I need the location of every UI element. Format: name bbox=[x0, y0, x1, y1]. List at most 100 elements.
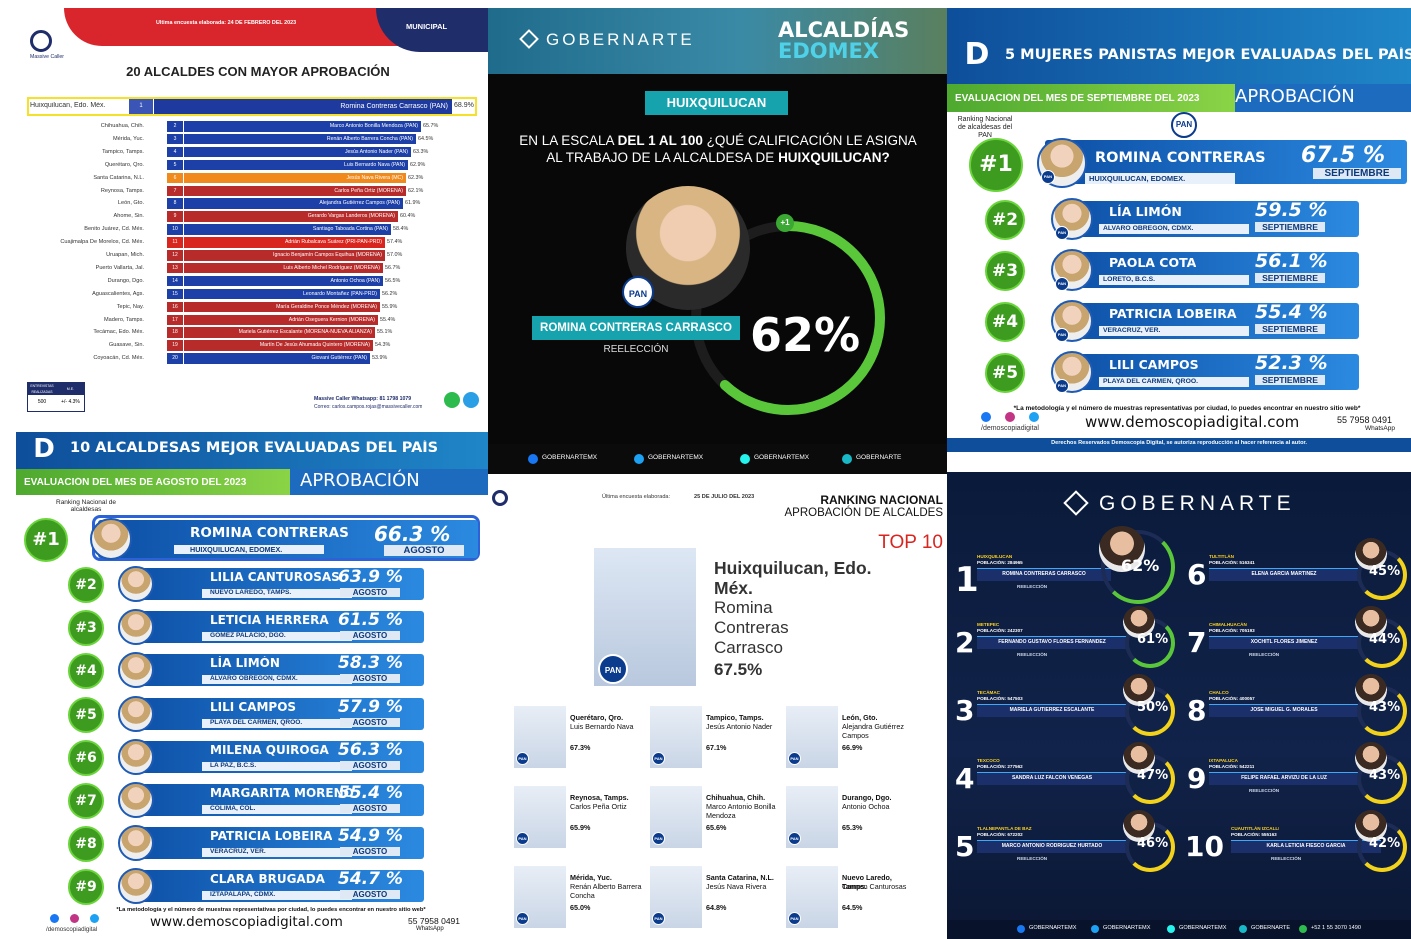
candidate-place: NUEVO LAREDO, TAMPS. bbox=[210, 589, 292, 596]
page-title: 10 ALCALDESAS MEJOR EVALUADAS DEL PAÍS bbox=[70, 440, 439, 456]
rank-badge: #1 bbox=[969, 138, 1023, 192]
approval-pct: 64.5% bbox=[418, 135, 434, 142]
social-phone[interactable]: +52 1 55 3070 1490 bbox=[1311, 925, 1361, 931]
instagram-icon[interactable] bbox=[1005, 412, 1015, 422]
instagram-icon[interactable] bbox=[70, 914, 79, 923]
top-row: Huixquilucan, Edo. Méx. 1 Romina Contrer… bbox=[27, 97, 477, 116]
social-handle[interactable]: /demoscopiadigital bbox=[46, 926, 97, 933]
approval-pct: 42% bbox=[1369, 836, 1401, 851]
phone[interactable]: 55 7958 0491 bbox=[1337, 415, 1392, 425]
social-facebook[interactable]: GOBERNARTEMX bbox=[1029, 925, 1076, 931]
methodology-note: *La metodología y el número de muestras … bbox=[116, 907, 426, 913]
social-facebook[interactable]: GOBERNARTEMX bbox=[542, 454, 597, 461]
header-band bbox=[64, 8, 424, 46]
reelection-label: REELECCIÓN bbox=[1249, 788, 1280, 793]
approval-pct: 55.9% bbox=[382, 303, 398, 310]
ranking-row: #9 CLARA BRUGADA IZTAPALAPA, CDMX. 54.7 % AG… bbox=[16, 866, 488, 910]
panel-gobernarte-huixquilucan: GOBERNARTE ALCALDÍAS EDOMEX HUIXQUILUCAN… bbox=[488, 8, 947, 474]
page-title: 5 MUJERES PANISTAS MEJOR EVALUADAS DEL P… bbox=[1005, 47, 1411, 63]
social-tiktok[interactable]: GOBERNARTEMX bbox=[754, 454, 809, 461]
tiktok-icon[interactable] bbox=[1167, 925, 1175, 933]
item-pct: 65.9% bbox=[570, 823, 591, 832]
twitter-icon[interactable] bbox=[90, 914, 99, 923]
massive-caller-logo-icon bbox=[30, 30, 52, 52]
social-footer: GOBERNARTEMX GOBERNARTEMX GOBERNARTEMX G… bbox=[947, 920, 1411, 939]
title-ranking: RANKING NACIONAL bbox=[820, 493, 943, 507]
rank-number: 12 bbox=[167, 250, 183, 261]
rank-badge: #6 bbox=[68, 739, 104, 776]
approval-pct: 62.9% bbox=[410, 161, 426, 168]
pan-logo-icon: PAN bbox=[622, 276, 654, 308]
approval-pct: 62% bbox=[750, 308, 861, 362]
facebook-icon[interactable] bbox=[528, 454, 538, 464]
rank-number: 18 bbox=[167, 327, 183, 338]
approval-pct: 58.4% bbox=[393, 226, 409, 233]
twitter-icon[interactable] bbox=[634, 454, 644, 464]
social-twitter[interactable]: GOBERNARTEMX bbox=[648, 454, 703, 461]
pan-logo-icon: PAN bbox=[1055, 277, 1069, 291]
phone[interactable]: 55 7958 0491 bbox=[408, 916, 460, 926]
item-pct: 65.6% bbox=[706, 823, 727, 832]
top-bar: Romina Contreras Carrasco (PAN) bbox=[154, 99, 452, 114]
social-web[interactable]: GOBERNARTE bbox=[1251, 925, 1290, 931]
table-row: Tecámac, Edo. Méx. 18 Mariela Gutiérrez Es… bbox=[16, 326, 486, 339]
facebook-icon[interactable] bbox=[1017, 925, 1025, 933]
candidate-place: LORETO, B.C.S. bbox=[1103, 276, 1155, 283]
approval-bar: Mariela Gutiérrez Escalante (MORENA-NUEV… bbox=[184, 327, 375, 338]
city-label: Puerto Vallarta, Jal. bbox=[95, 264, 144, 271]
twitter-icon[interactable] bbox=[1091, 925, 1099, 933]
social-footer: GOBERNARTEMX GOBERNARTEMX GOBERNARTEMX G… bbox=[488, 444, 947, 474]
population-label: POBLACIÓN: 542211 bbox=[1209, 764, 1255, 769]
month-label: AGOSTO bbox=[340, 717, 400, 727]
survey-table: ENTREVISTAS REALIZADAS M.E. 500 +/- 4.3% bbox=[27, 382, 85, 412]
month-label: SEPTIEMBRE bbox=[1255, 222, 1325, 232]
whatsapp-icon[interactable] bbox=[444, 392, 460, 408]
social-twitter[interactable]: GOBERNARTEMX bbox=[1103, 925, 1150, 931]
ranking-entry: 4 TEXCOCO POBLACIÓN: 277562 SANDRA LUZ FALC… bbox=[947, 742, 1179, 808]
approval-bar: María Geraldine Ponce Méndez (MORENA) bbox=[184, 301, 380, 313]
rank-number: 14 bbox=[167, 275, 183, 287]
social-handle[interactable]: /demoscopiadigital bbox=[981, 425, 1039, 432]
candidate-place: ALVARO OBREGÓN, CDMX. bbox=[1103, 225, 1194, 232]
social-tiktok[interactable]: GOBERNARTEMX bbox=[1179, 925, 1226, 931]
web-icon[interactable] bbox=[842, 454, 852, 464]
web-icon[interactable] bbox=[1239, 925, 1247, 933]
candidate-avatar bbox=[118, 695, 154, 732]
facebook-icon[interactable] bbox=[50, 914, 59, 923]
facebook-icon[interactable] bbox=[981, 412, 991, 422]
population-label: POBLACIÓN: 242307 bbox=[977, 628, 1023, 633]
reelection-label: REELECCIÓN bbox=[1017, 856, 1048, 861]
city-label: TEXCOCO bbox=[977, 758, 1000, 763]
title-approval: APROBACIÓN DE ALCALDES bbox=[784, 507, 944, 519]
item-pct: 64.8% bbox=[706, 903, 727, 912]
approval-pct: 55.4% bbox=[380, 316, 396, 323]
reelection-label: REELECCIÓN bbox=[1271, 856, 1302, 861]
gobernarte-logo-icon bbox=[1063, 490, 1089, 516]
tiktok-icon[interactable] bbox=[740, 454, 750, 464]
whatsapp-icon[interactable] bbox=[1299, 925, 1307, 933]
approval-pct: 57.0% bbox=[387, 252, 403, 258]
website[interactable]: www.demoscopiadigital.com bbox=[150, 914, 343, 930]
approval-pct: 62.1% bbox=[408, 187, 424, 194]
telegram-icon[interactable] bbox=[463, 392, 479, 408]
ranking-row: #1 ROMINA CONTRERAS HUIXQUILUCAN, EDOMEX. 6… bbox=[16, 515, 488, 562]
city-label: Uruapan, Mich. bbox=[106, 252, 144, 258]
approval-pct: 54.3% bbox=[375, 342, 391, 349]
population-label: POBLACIÓN: 547503 bbox=[977, 696, 1023, 701]
pan-logo-icon: PAN bbox=[1055, 379, 1069, 393]
candidate-name: ROMINA CONTRERAS CARRASCO bbox=[1002, 571, 1086, 577]
social-web[interactable]: GOBERNARTE bbox=[856, 454, 901, 461]
city-label: Coyoacán, Cd. Méx. bbox=[93, 355, 144, 362]
whatsapp-label: WhatsApp bbox=[1365, 425, 1395, 432]
city-label: TLALNEPANTLA DE BAZ bbox=[977, 826, 1032, 831]
question: EN LA ESCALA DEL 1 AL 100 ¿QUÉ CALIFICAC… bbox=[506, 132, 930, 166]
item-name: Jesús Nava Rivera bbox=[706, 882, 767, 891]
ranking-row: #8 PATRICIA LOBEIRA VERACRUZ, VER. 54.9 % AG… bbox=[16, 823, 488, 867]
twitter-icon[interactable] bbox=[1029, 412, 1039, 422]
item-pct: 64.5% bbox=[842, 903, 863, 912]
approval-pct: 59.5 % bbox=[1255, 199, 1328, 221]
ranking-row: #2 LILIA CANTUROSAS NUEVO LAREDO, TAMPS. 63… bbox=[16, 564, 488, 608]
table-v2: +/- 4.3% bbox=[61, 399, 80, 405]
website[interactable]: www.demoscopiadigital.com bbox=[1085, 413, 1299, 431]
approval-pct: 47% bbox=[1137, 768, 1169, 783]
